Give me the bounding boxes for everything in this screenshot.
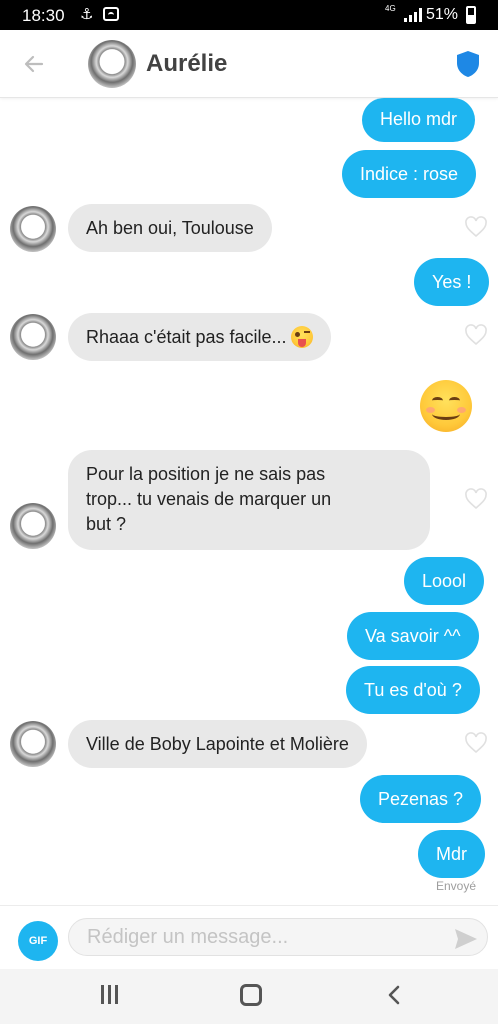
- usb-icon: ⚓: [80, 6, 94, 23]
- message-text: Loool: [422, 571, 467, 591]
- shield-icon[interactable]: [455, 50, 481, 78]
- winking-tongue-emoji-icon: [290, 326, 313, 348]
- message-text: Indice : rose: [360, 164, 459, 184]
- outgoing-message[interactable]: Tu es d'où ?: [346, 666, 480, 714]
- message-text: Hello mdr: [380, 109, 458, 129]
- recents-icon[interactable]: [101, 985, 118, 1004]
- heart-icon[interactable]: [464, 324, 488, 346]
- contact-avatar[interactable]: [10, 206, 56, 252]
- message-text: Pezenas ?: [378, 789, 464, 809]
- incoming-message[interactable]: Pour la position je ne sais pas trop... …: [68, 450, 430, 550]
- chat-header: Aurélie: [0, 30, 498, 98]
- nav-back-icon[interactable]: [383, 983, 407, 1007]
- outgoing-message[interactable]: Loool: [404, 557, 485, 605]
- heart-icon[interactable]: [464, 732, 488, 754]
- sent-status: Envoyé: [436, 879, 477, 893]
- message-text: Tu es d'où ?: [364, 680, 462, 700]
- outgoing-message[interactable]: Yes !: [414, 258, 490, 306]
- message-text-line-3: but ?: [86, 514, 127, 534]
- back-arrow-icon[interactable]: [22, 52, 46, 76]
- battery-percent: 51%: [426, 6, 459, 23]
- battery-icon: [466, 6, 476, 24]
- outgoing-message[interactable]: Va savoir ^^: [347, 612, 479, 660]
- contact-avatar[interactable]: [10, 721, 56, 767]
- message-text: Ville de Boby Lapointe et Molière: [86, 734, 349, 754]
- message-text: Va savoir ^^: [365, 626, 461, 646]
- status-bar: 18:30 ⚓ 4G 51%: [0, 0, 498, 30]
- contact-avatar[interactable]: [10, 503, 56, 549]
- message-text: Mdr: [436, 844, 467, 864]
- outgoing-message[interactable]: Indice : rose: [342, 150, 477, 198]
- incoming-message[interactable]: Rhaaa c'était pas facile...: [68, 313, 331, 361]
- message-text-line-2: trop... tu venais de marquer un: [86, 489, 332, 509]
- send-icon[interactable]: [453, 927, 479, 951]
- incoming-message[interactable]: Ville de Boby Lapointe et Molière: [68, 720, 367, 768]
- heart-icon[interactable]: [464, 216, 488, 238]
- smiling-emoji-icon[interactable]: [420, 380, 472, 432]
- incoming-message[interactable]: Ah ben oui, Toulouse: [68, 204, 272, 252]
- outgoing-message[interactable]: Mdr: [418, 830, 485, 878]
- contact-avatar[interactable]: [88, 40, 136, 88]
- navigation-bar: [0, 969, 498, 1024]
- message-text: Rhaaa c'était pas facile...: [86, 327, 287, 347]
- network-type: 4G: [385, 4, 396, 13]
- gif-button[interactable]: GIF: [18, 921, 58, 961]
- message-text-line-1: Pour la position je ne sais pas: [86, 464, 326, 484]
- outgoing-message[interactable]: Hello mdr: [362, 98, 476, 142]
- contact-avatar[interactable]: [10, 314, 56, 360]
- message-composer: GIF: [0, 905, 498, 969]
- home-icon[interactable]: [240, 984, 262, 1006]
- outgoing-message[interactable]: Pezenas ?: [360, 775, 482, 823]
- message-input[interactable]: [68, 918, 488, 956]
- message-text: Ah ben oui, Toulouse: [86, 218, 254, 238]
- heart-icon[interactable]: [464, 488, 488, 510]
- cast-icon: [103, 7, 119, 21]
- message-text: Yes !: [432, 272, 472, 292]
- signal-icon: [404, 8, 422, 22]
- contact-name[interactable]: Aurélie: [146, 50, 227, 78]
- status-time: 18:30: [22, 6, 65, 25]
